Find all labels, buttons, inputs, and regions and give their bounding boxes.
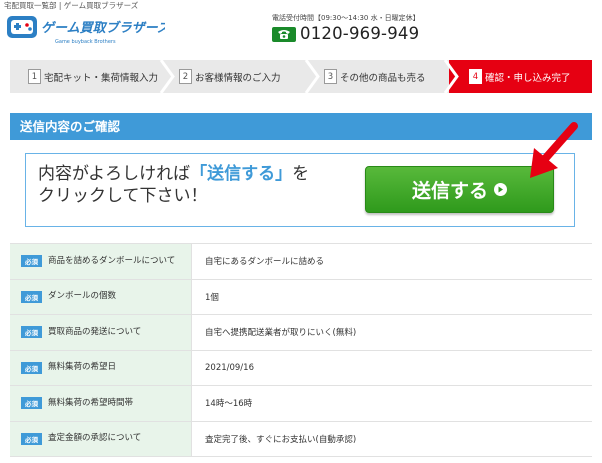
row-label-text: 無料集荷の希望日 [48, 362, 117, 373]
table-row: 必須 商品を詰めるダンボールについて 自宅にあるダンボールに詰める [10, 244, 592, 280]
phone-number[interactable]: 0120-969-949 [300, 25, 419, 43]
step-4-active: 4 確認・申し込み完了 [449, 60, 592, 93]
row-value: 査定完了後、すぐにお支払い(自動承認) [191, 421, 592, 456]
table-row: 必須 査定金額の承認について 査定完了後、すぐにお支払い(自動承認) [10, 421, 592, 457]
row-label: 必須 査定金額の承認について [10, 421, 191, 456]
confirm-text-after: を [292, 164, 310, 184]
send-button[interactable]: 送信する [365, 166, 554, 213]
confirm-box: 内容がよろしければ「送信する」を クリックして下さい！ 送信する [25, 153, 575, 227]
confirm-message: 内容がよろしければ「送信する」を クリックして下さい！ [38, 163, 358, 207]
chevron-right-icon [304, 60, 320, 93]
controller-icon: ゲーム買取ブラザーズ Game buyback Brothers [7, 16, 173, 45]
row-label: 必須 商品を詰めるダンボールについて [10, 244, 191, 279]
logo-tagline: Game buyback Brothers [55, 39, 116, 45]
step-2: 2 お客様情報のご入力 [165, 60, 320, 93]
site-logo[interactable]: ゲーム買取ブラザーズ Game buyback Brothers [5, 12, 173, 52]
row-value: 自宅にあるダンボールに詰める [191, 244, 592, 279]
step-label: その他の商品も売る [340, 72, 426, 84]
required-badge: 必須 [21, 361, 42, 374]
breadcrumb: 宅配買取一覧部 | ゲーム買取ブラザーズ [4, 1, 139, 10]
table-row: 必須 ダンボールの個数 1個 [10, 279, 592, 315]
play-circle-icon [494, 183, 507, 196]
phone-icon [272, 26, 296, 42]
table-row: 必須 無料集荷の希望日 2021/09/16 [10, 350, 592, 386]
row-value: 2021/09/16 [191, 350, 592, 385]
required-badge: 必須 [21, 255, 42, 268]
step-number: 1 [28, 69, 41, 84]
confirm-text-before: 内容がよろしければ [38, 164, 191, 184]
chevron-right-icon [159, 60, 175, 93]
contact-block: 電話受付時間【09:30〜14:30 水・日曜定休】 0120-969-949 [272, 14, 420, 43]
row-label-text: ダンボールの個数 [48, 291, 117, 302]
step-label: お客様情報のご入力 [195, 72, 281, 84]
logo-name: ゲーム買取ブラザーズ [41, 20, 165, 36]
confirmation-table: 必須 商品を詰めるダンボールについて 自宅にあるダンボールに詰める 必須 ダンボ… [10, 243, 592, 457]
row-label-text: 買取商品の発送について [48, 326, 142, 337]
row-value: 1個 [191, 279, 592, 314]
confirm-text-line2: クリックして下さい！ [38, 186, 208, 206]
row-label: 必須 買取商品の発送について [10, 315, 191, 350]
row-value: 14時～16時 [191, 386, 592, 421]
required-badge: 必須 [21, 432, 42, 445]
step-3: 3 その他の商品も売る [310, 60, 459, 93]
confirm-text-highlight: 「送信する」 [190, 164, 293, 184]
step-number: 3 [324, 69, 337, 84]
required-badge: 必須 [21, 326, 42, 339]
contact-hours: 電話受付時間【09:30〜14:30 水・日曜定休】 [272, 14, 420, 22]
table-row: 必須 買取商品の発送について 自宅へ提携配送業者が取りにいく(無料) [10, 315, 592, 351]
step-number: 2 [179, 69, 192, 84]
step-number: 4 [469, 69, 482, 84]
required-badge: 必須 [21, 290, 42, 303]
row-label: 必須 無料集荷の希望時間帯 [10, 386, 191, 421]
step-label: 確認・申し込み完了 [485, 72, 571, 84]
step-label: 宅配キット・集荷情報入力 [44, 72, 159, 84]
row-label: 必須 ダンボールの個数 [10, 279, 191, 314]
send-button-label: 送信する [411, 180, 488, 202]
table-row: 必須 無料集荷の希望時間帯 14時～16時 [10, 386, 592, 422]
required-badge: 必須 [21, 397, 42, 410]
row-label: 必須 無料集荷の希望日 [10, 350, 191, 385]
section-title: 送信内容のご確認 [10, 113, 592, 140]
red-arrow-icon [530, 122, 578, 178]
step-1: 1 宅配キット・集荷情報入力 [10, 60, 175, 93]
chevron-right-icon [443, 60, 459, 93]
row-label-text: 査定金額の承認について [48, 433, 142, 444]
row-label-text: 商品を詰めるダンボールについて [48, 255, 176, 266]
row-label-text: 無料集荷の希望時間帯 [48, 397, 134, 408]
row-value: 自宅へ提携配送業者が取りにいく(無料) [191, 315, 592, 350]
progress-steps: 1 宅配キット・集荷情報入力 2 お客様情報のご入力 3 その他の商品も売る 4… [10, 60, 592, 93]
